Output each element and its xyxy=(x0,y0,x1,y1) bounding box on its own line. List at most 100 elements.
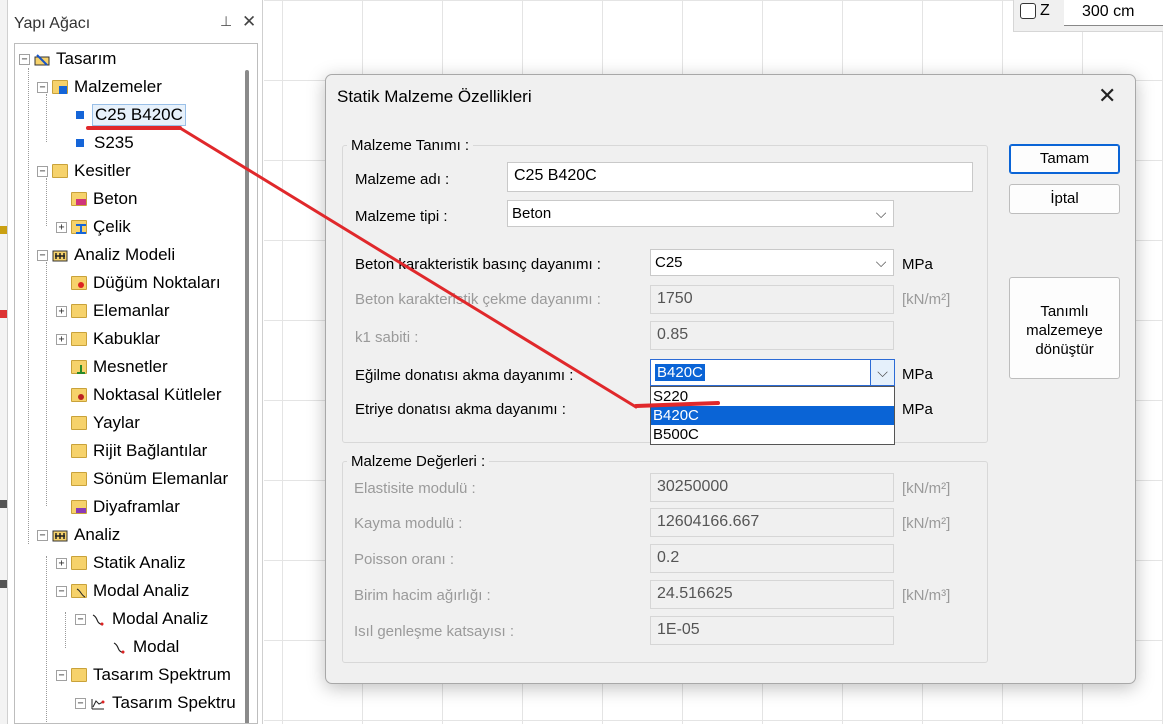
collapse-icon[interactable]: − xyxy=(37,165,48,177)
tree-item-label: Yaylar xyxy=(93,413,140,432)
elastic-modulus-unit: [kN/m²] xyxy=(902,480,951,497)
tree-item-label: Beton xyxy=(93,189,138,208)
dropdown-option-selected[interactable]: B420C xyxy=(651,406,894,425)
folder-icon xyxy=(71,332,87,346)
tree-item-label: Kabuklar xyxy=(93,329,161,348)
dropdown-option[interactable]: S220 xyxy=(651,387,894,406)
mode-shape-icon xyxy=(90,612,106,626)
group-title: Malzeme Tanımı : xyxy=(347,137,474,154)
folder-icon xyxy=(71,388,87,402)
tree-item-analiz-modeli[interactable]: − Analiz Modeli xyxy=(37,242,177,268)
chevron-down-icon[interactable]: ⌵ xyxy=(870,360,894,385)
thermal-expansion-label: Isıl genleşme katsayısı : xyxy=(354,623,515,640)
unit-weight-input[interactable]: 24.516625 xyxy=(650,580,894,609)
convert-material-button[interactable]: Tanımlı malzemeye dönüştür xyxy=(1009,277,1120,379)
fck-select[interactable]: C25 ⌵ xyxy=(650,249,894,276)
structure-tree-panel: Yapı Ağacı ⊥ ✕ − Tasarım − Malzemeler C2… xyxy=(8,0,263,724)
chevron-down-icon: ⌵ xyxy=(875,254,887,270)
tree-scrollbar[interactable] xyxy=(245,70,249,723)
toolbar-icon[interactable] xyxy=(0,500,7,508)
tree-item-s235[interactable]: S235 xyxy=(72,130,136,156)
tree-item-kabuklar[interactable]: + Kabuklar xyxy=(56,326,162,352)
dialog-titlebar: Statik Malzeme Özellikleri ✕ xyxy=(326,75,1135,119)
folder-icon xyxy=(71,472,87,486)
tree-item-celik[interactable]: + Çelik xyxy=(56,214,133,240)
fck-label: Beton karakteristik basınç dayanımı : xyxy=(355,256,601,273)
toolbar-icon[interactable] xyxy=(0,226,7,234)
material-type-select[interactable]: Beton ⌵ xyxy=(507,200,894,227)
tree-item-beton[interactable]: Beton xyxy=(71,186,139,212)
dropdown-option[interactable]: B500C xyxy=(651,425,894,444)
expand-icon[interactable]: + xyxy=(56,557,67,569)
z-level-input[interactable]: 300 cm xyxy=(1064,0,1163,26)
tree-item-yaylar[interactable]: Yaylar xyxy=(71,410,142,436)
expand-icon[interactable]: + xyxy=(56,305,67,317)
material-icon xyxy=(76,111,84,119)
tree-item-rijit-baglantilar[interactable]: Rijit Bağlantılar xyxy=(71,438,209,464)
tree-item-modal-analiz[interactable]: − Modal Analiz xyxy=(56,578,191,604)
tree-item-label: Noktasal Kütleler xyxy=(93,385,222,404)
expand-icon[interactable]: + xyxy=(56,333,67,345)
tree-item-elemanlar[interactable]: + Elemanlar xyxy=(56,298,172,324)
tree-item-modal[interactable]: Modal xyxy=(111,634,181,660)
tree-item-label: Malzemeler xyxy=(74,77,162,96)
elastic-modulus-input[interactable]: 30250000 xyxy=(650,473,894,502)
tree-panel-title: Yapı Ağacı xyxy=(14,15,91,32)
close-icon[interactable]: ✕ xyxy=(1098,83,1116,109)
material-name-input[interactable]: C25 B420C xyxy=(507,162,973,192)
tree-item-mesnetler[interactable]: Mesnetler xyxy=(71,354,170,380)
fyk-select[interactable]: B420C ⌵ xyxy=(650,359,895,386)
folder-icon xyxy=(71,220,87,234)
tree-item-c25-b420c[interactable]: C25 B420C xyxy=(72,102,186,128)
fyk-label: Eğilme donatısı akma dayanımı : xyxy=(355,367,574,384)
collapse-icon[interactable]: − xyxy=(37,249,48,261)
collapse-icon[interactable]: − xyxy=(75,697,86,709)
pin-icon[interactable]: ⊥ xyxy=(220,13,234,29)
tree-panel-header: Yapı Ağacı ⊥ ✕ xyxy=(8,0,263,40)
collapse-icon[interactable]: − xyxy=(56,669,67,681)
fctk-input[interactable]: 1750 xyxy=(650,285,894,314)
mode-shape-icon xyxy=(111,640,127,654)
shear-modulus-input[interactable]: 12604166.667 xyxy=(650,508,894,537)
tree-item-analiz[interactable]: − Analiz xyxy=(37,522,122,548)
fctk-unit: [kN/m²] xyxy=(902,291,951,308)
tree-item-tasarim[interactable]: − Tasarım xyxy=(19,46,118,72)
collapse-icon[interactable]: − xyxy=(37,529,48,541)
tree-item-label: Diyaframlar xyxy=(93,497,180,516)
tree-item-malzemeler[interactable]: − Malzemeler xyxy=(37,74,164,100)
tree-item-sonum-elemanlar[interactable]: Sönüm Elemanlar xyxy=(71,466,230,492)
tree-item-noktasal-kutleler[interactable]: Noktasal Kütleler xyxy=(71,382,224,408)
collapse-icon[interactable]: − xyxy=(56,585,67,597)
z-checkbox[interactable] xyxy=(1020,3,1036,19)
k1-input[interactable]: 0.85 xyxy=(650,321,894,350)
close-icon[interactable]: ✕ xyxy=(242,12,256,32)
expand-icon[interactable]: + xyxy=(56,221,67,233)
folder-icon xyxy=(71,192,87,206)
toolbar-icon[interactable] xyxy=(0,310,7,318)
fyk-value: B420C xyxy=(655,364,705,381)
tree-item-modal-analiz-sub[interactable]: − Modal Analiz xyxy=(75,606,210,632)
tree-item-statik-analiz[interactable]: + Statik Analiz xyxy=(56,550,188,576)
tree-item-dugum-noktalari[interactable]: Düğüm Noktaları xyxy=(71,270,223,296)
poisson-ratio-input[interactable]: 0.2 xyxy=(650,544,894,573)
left-toolbar xyxy=(0,0,8,724)
shear-modulus-unit: [kN/m²] xyxy=(902,515,951,532)
tree-item-label: Analiz Modeli xyxy=(74,245,176,264)
collapse-icon[interactable]: − xyxy=(37,81,48,93)
tree-item-diyaframlar[interactable]: Diyaframlar xyxy=(71,494,182,520)
folder-icon xyxy=(71,416,87,430)
tree-item-kesitler[interactable]: − Kesitler xyxy=(37,158,133,184)
tree-item-label: Çelik xyxy=(93,217,131,236)
tree-item-tasarim-spektru[interactable]: − Tasarım Spektru xyxy=(75,690,238,716)
toolbar-icon[interactable] xyxy=(0,580,7,588)
fywk-unit: MPa xyxy=(902,401,933,418)
cancel-button[interactable]: İptal xyxy=(1009,184,1120,214)
ok-button[interactable]: Tamam xyxy=(1009,144,1120,174)
fyk-unit: MPa xyxy=(902,366,933,383)
folder-icon xyxy=(71,556,87,570)
thermal-expansion-input[interactable]: 1E-05 xyxy=(650,616,894,645)
tree-item-label: Mesnetler xyxy=(93,357,168,376)
collapse-icon[interactable]: − xyxy=(19,53,30,65)
collapse-icon[interactable]: − xyxy=(75,613,86,625)
tree-item-tasarim-spektrum[interactable]: − Tasarım Spektrum xyxy=(56,662,233,688)
